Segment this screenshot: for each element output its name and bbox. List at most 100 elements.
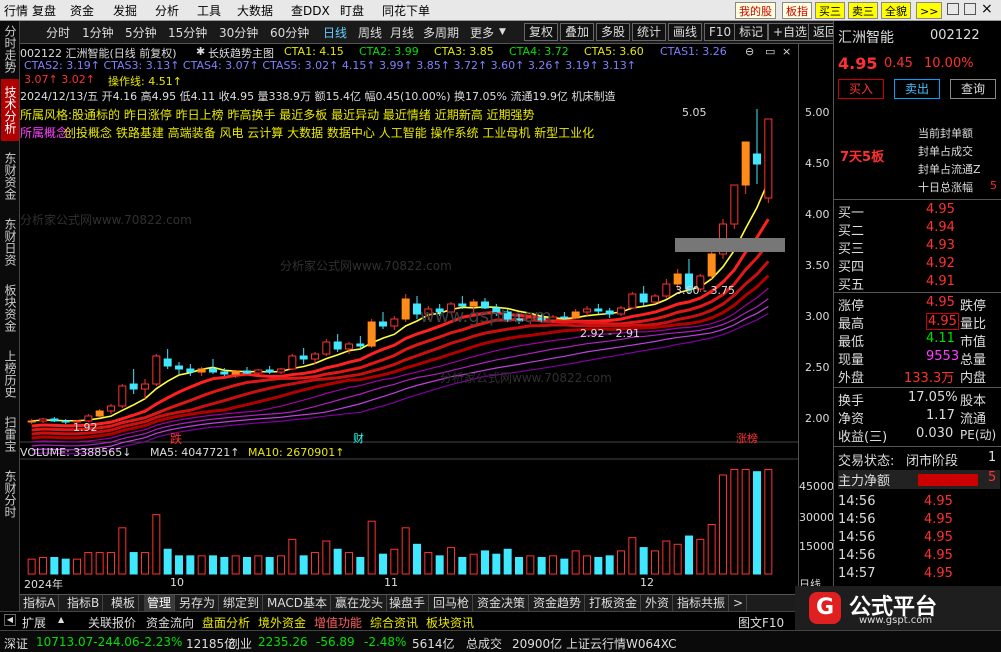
add-watchlist-button[interactable]: +自选 [768,23,813,41]
period-monthly[interactable]: 月线 [390,24,414,41]
adjust-button[interactable]: 复权 [524,23,559,41]
close-icon[interactable]: × [981,1,993,17]
settings-icon[interactable]: ✱ [196,45,205,58]
total-label: 总成交 [466,637,503,651]
candle-body [39,418,47,422]
volume-bar [129,552,138,575]
tab-foreign[interactable]: 外资 [642,595,674,612]
marker-limit-list[interactable]: 涨榜 [736,430,758,446]
f10-link[interactable]: 图文F10 [738,614,784,631]
chart-close-icon[interactable]: × [782,45,791,58]
marker-drop[interactable]: 跌 [170,430,182,447]
menu-quote[interactable]: 行情 [4,2,28,19]
period-daily[interactable]: 日线 [323,24,347,41]
menu-discover[interactable]: 发掘 [113,2,137,19]
sub-tab-sector-news[interactable]: 板块资讯 [426,614,474,631]
tab-indicator-b[interactable]: 指标B [64,595,104,612]
maximize-icon[interactable] [964,3,976,15]
mark-button[interactable]: 标记 [734,23,769,41]
arrow-left-icon[interactable]: ◀ [4,614,16,626]
vol-axis-15000: 15000 [799,540,834,553]
left-tab-technical[interactable]: 技术分析 [1,79,19,141]
period-60min[interactable]: 60分钟 [270,24,309,41]
sub-tab-expand[interactable]: 扩展 [22,614,46,631]
sub-tab-board[interactable]: 盘面分析 [202,614,250,631]
stats-button[interactable]: 统计 [632,23,667,41]
full-view-button[interactable]: 全貌 [881,2,911,19]
menu-tools[interactable]: 工具 [197,2,221,19]
left-tab-list-history[interactable]: 上榜历史 [1,343,19,405]
sub-tab-value-added[interactable]: 增值功能 [314,614,362,631]
menu-funds[interactable]: 资金 [70,2,94,19]
period-30min[interactable]: 30分钟 [219,24,258,41]
tab-scroll-right[interactable]: > [730,595,748,612]
more-button[interactable]: >> [916,2,943,19]
period-1min[interactable]: 1分钟 [82,24,114,41]
buy3-button[interactable]: 买三 [815,2,845,19]
menu-review[interactable]: 复盘 [32,2,56,19]
period-weekly[interactable]: 周线 [358,24,382,41]
kline-chart-area[interactable]: 002122 汇洲智能(日线 前复权) ✱ 长妖趋势主图 CTA1: 4.15 … [20,44,798,594]
candle-body [220,371,229,375]
left-tab-sector-funds[interactable]: 板块资金 [1,277,19,339]
my-stocks-button[interactable]: 我的股 [735,2,776,19]
tab-leader[interactable]: 赢在龙头 [332,595,388,612]
tab-resonance[interactable]: 指标共振 [674,595,730,612]
hint-1: 封单占成交 [918,145,973,158]
left-tab-minesweeper[interactable]: 扫雷宝 [1,409,19,459]
chart-toggle-icon[interactable]: ⊖ [745,45,754,58]
candle-body [95,410,104,417]
f10-button[interactable]: F10 [704,23,737,41]
tab-indicator-a[interactable]: 指标A [20,595,60,612]
tab-macd[interactable]: MACD基本 [264,595,331,612]
main-netflow[interactable]: 主力净额 5 [838,470,1000,489]
draw-line-button[interactable]: 画线 [668,23,703,41]
more-dropdown-icon[interactable]: ▼ [499,27,506,37]
tab-manage[interactable]: 管理 [144,595,176,612]
menu-bigdata[interactable]: 大数据 [237,2,273,19]
period-15min[interactable]: 15分钟 [168,24,207,41]
left-tab-east-daily[interactable]: 东财日资 [1,211,19,273]
sub-tab-fund-flow[interactable]: 资金流向 [146,614,194,631]
tab-trader[interactable]: 操盘手 [386,595,430,612]
candle-body [628,293,637,309]
left-tab-east-funds[interactable]: 东财资金 [1,145,19,207]
multi-stock-button[interactable]: 多股 [596,23,631,41]
overlay-button[interactable]: 叠加 [560,23,595,41]
minimize-icon[interactable] [947,3,959,15]
tab-return[interactable]: 回马枪 [430,595,474,612]
cy-value: 2235.26 [258,635,308,649]
left-tab-intraday[interactable]: 分时走势 [1,23,19,75]
tab-limit-funds[interactable]: 打板资金 [586,595,642,612]
tab-template[interactable]: 模板 [108,595,140,612]
tab-bind[interactable]: 绑定到 [220,595,264,612]
tab-fund-trend[interactable]: 资金趋势 [530,595,586,612]
board-index-button[interactable]: 板指 [782,2,812,19]
menu-watch[interactable]: 盯盘 [340,2,364,19]
period-more[interactable]: 更多 [470,24,494,41]
menu-trade[interactable]: 同花下单 [382,2,430,19]
query-button[interactable]: 查询 [950,79,996,99]
marker-finance[interactable]: 财 [353,430,364,446]
buy-button[interactable]: 买入 [838,79,884,99]
period-5min[interactable]: 5分钟 [125,24,157,41]
price-4.00: 4.00 [805,208,830,221]
left-tab-east-intraday[interactable]: 东财分时 [1,463,19,525]
tab-save-as[interactable]: 另存为 [176,595,220,612]
chart-expand-icon[interactable]: ▭ [765,45,775,58]
sub-tab-related[interactable]: 关联报价 [88,614,136,631]
sell-button[interactable]: 卖出 [894,79,940,99]
sell3-button[interactable]: 卖三 [848,2,878,19]
candle-body [27,420,36,423]
menu-analysis[interactable]: 分析 [155,2,179,19]
expand-arrow-icon[interactable]: ▲ [58,615,64,624]
period-multi[interactable]: 多周期 [423,24,459,41]
menu-ddx[interactable]: 查DDX [291,2,330,19]
cy-change: -56.89 [316,635,355,649]
sub-tab-news[interactable]: 综合资讯 [370,614,418,631]
news-ticker[interactable]: 上证云行情W064XC [566,635,677,652]
gspt-logo: G 公式平台 www.gspt.com [795,586,1001,630]
period-intraday[interactable]: 分时 [46,24,70,41]
tab-fund-decision[interactable]: 资金决策 [474,595,530,612]
sub-tab-overseas[interactable]: 境外资金 [258,614,306,631]
